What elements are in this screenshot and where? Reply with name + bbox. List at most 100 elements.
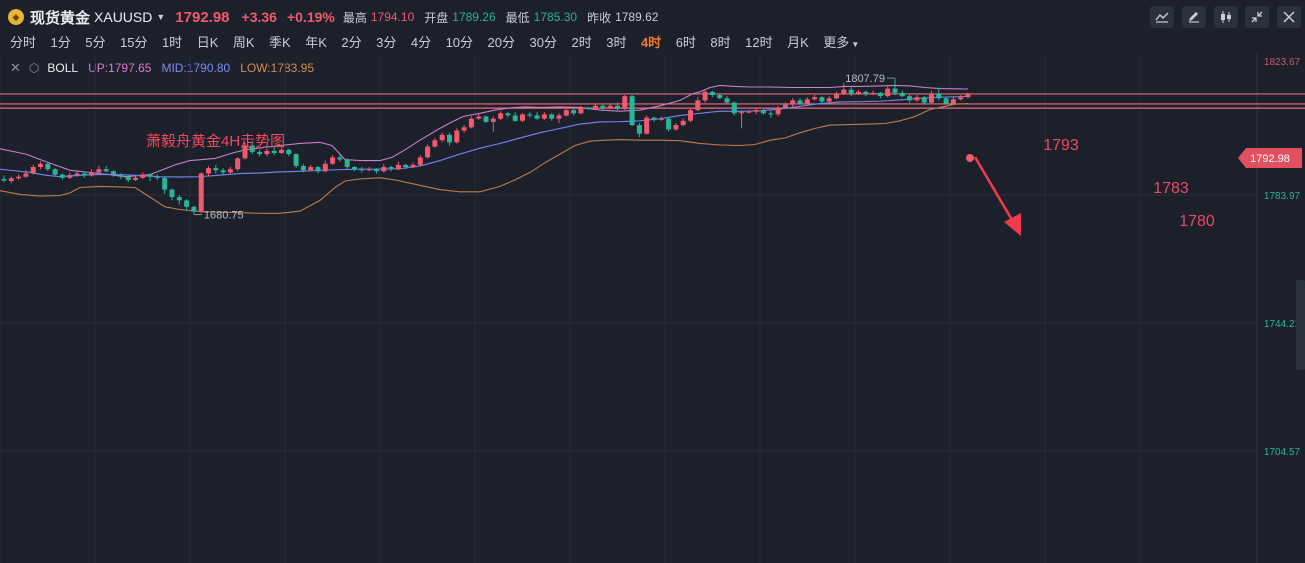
- candle-body: [717, 95, 723, 99]
- chart-annotation-title: 萧毅舟黄金4H走势图: [146, 133, 285, 150]
- candle-body: [870, 92, 876, 94]
- candle-body: [666, 118, 672, 130]
- candle-body: [914, 97, 920, 101]
- candle-body: [622, 96, 628, 109]
- candle-body: [89, 172, 95, 176]
- level-label-1793: 1793: [1043, 137, 1079, 154]
- candle-body: [556, 115, 562, 119]
- candle-body: [227, 169, 233, 173]
- candle-body: [571, 110, 577, 114]
- candlestick-chart[interactable]: 1807.79 1680.75 萧毅舟黄金4H走势图 1793 1783 1780 1823…: [0, 0, 1305, 563]
- candle-body: [176, 197, 182, 201]
- candle-body: [169, 189, 175, 198]
- candle-body: [629, 96, 635, 126]
- candle-body: [103, 169, 109, 172]
- level-label-1780: 1780: [1179, 213, 1215, 230]
- candle-body: [300, 166, 306, 171]
- candle-body: [527, 114, 533, 116]
- candle-body: [731, 102, 737, 114]
- candle-body: [549, 114, 555, 119]
- candle-body: [432, 140, 438, 147]
- y-tick-label: 1823.67: [1264, 57, 1301, 68]
- candle-body: [96, 169, 102, 173]
- candle-body: [921, 97, 927, 103]
- candle-body: [512, 115, 518, 121]
- y-tick-label: 1744.21: [1264, 319, 1301, 330]
- max-price-label: 1807.79: [845, 73, 885, 85]
- candle-body: [439, 134, 445, 141]
- candle-body: [330, 157, 336, 164]
- candle-body: [45, 163, 51, 170]
- candle-body: [67, 175, 73, 178]
- candle-body: [782, 104, 788, 108]
- candle-body: [943, 98, 949, 104]
- candle-body: [417, 157, 423, 165]
- candle-body: [841, 89, 847, 94]
- candle-body: [8, 178, 14, 181]
- candle-body: [534, 115, 540, 119]
- candle-body: [936, 94, 942, 99]
- candle-body: [761, 110, 766, 114]
- candle-body: [293, 154, 299, 166]
- candle-body: [257, 152, 263, 155]
- candle-body: [651, 117, 657, 120]
- candle-body: [271, 150, 277, 153]
- candle-body: [447, 134, 452, 143]
- candle-body: [125, 176, 131, 180]
- candle-body: [607, 105, 613, 108]
- candle-body: [315, 167, 321, 172]
- candle-body: [1, 178, 7, 181]
- candle-body: [892, 88, 898, 93]
- axis-scroll-handle[interactable]: [1296, 280, 1305, 370]
- candle-body: [702, 91, 708, 101]
- candle-body: [812, 97, 818, 100]
- y-tick-label: 1704.57: [1264, 447, 1301, 458]
- candle-body: [724, 98, 730, 103]
- candle-body: [578, 107, 584, 114]
- candle-body: [775, 107, 781, 115]
- candle-body: [958, 97, 964, 100]
- candle-body: [899, 92, 905, 97]
- candle-body: [147, 174, 153, 177]
- candle-body: [308, 167, 314, 171]
- current-price-dot: [966, 154, 974, 162]
- candle-body: [279, 149, 284, 153]
- candle-body: [848, 89, 854, 94]
- candle-body: [680, 120, 686, 126]
- candle-body: [23, 173, 29, 177]
- candle-body: [753, 110, 759, 112]
- candle-body: [388, 167, 394, 170]
- candle-body: [264, 150, 270, 155]
- candle-body: [81, 173, 87, 176]
- candle-body: [352, 167, 357, 170]
- candle-body: [30, 167, 36, 174]
- candle-body: [965, 94, 971, 98]
- candle-body: [213, 168, 219, 171]
- candle-body: [59, 174, 65, 178]
- candle-body: [819, 97, 825, 102]
- candle-body: [790, 100, 796, 105]
- candle-body: [834, 94, 839, 99]
- candle-body: [563, 110, 569, 116]
- candle-body: [585, 107, 591, 109]
- candle-body: [403, 164, 409, 167]
- candle-body: [600, 105, 606, 108]
- candle-body: [746, 111, 752, 113]
- candle-body: [520, 114, 525, 121]
- candle-body: [410, 164, 416, 167]
- forecast-arrow-head-icon: [1004, 213, 1021, 236]
- min-price-label: 1680.75: [204, 210, 244, 222]
- candle-body: [366, 169, 372, 171]
- candle-body: [476, 116, 482, 119]
- candle-body: [929, 94, 934, 103]
- candle-body: [191, 206, 197, 212]
- candle-body: [374, 169, 379, 172]
- candle-body: [863, 91, 869, 94]
- candle-body: [804, 99, 810, 104]
- candle-body: [673, 125, 679, 130]
- y-tick-label: 1783.97: [1264, 191, 1301, 202]
- candle-body: [826, 98, 832, 102]
- candle-body: [636, 125, 642, 134]
- candle-body: [133, 177, 138, 180]
- candle-body: [220, 170, 226, 173]
